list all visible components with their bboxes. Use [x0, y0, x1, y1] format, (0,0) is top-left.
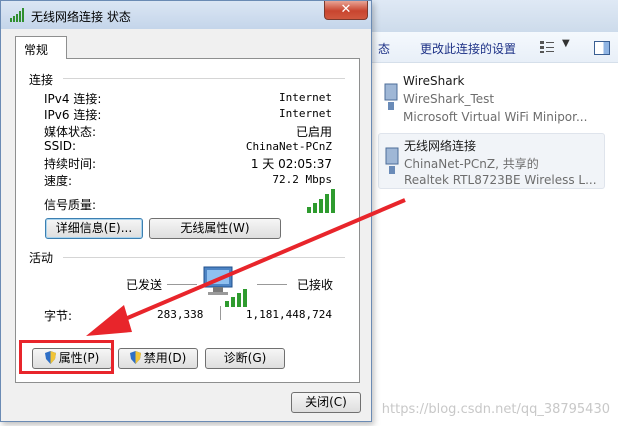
preview-pane-icon[interactable]	[594, 41, 610, 55]
bytes-received-value: 1,181,448,724	[245, 308, 332, 321]
bytes-sent-value: 283,338	[157, 308, 204, 321]
list-item[interactable]: WireShark WireShark_Test Microsoft Virtu…	[378, 70, 603, 124]
wireless-properties-button[interactable]: 无线属性(W)	[149, 218, 281, 239]
media-state-value: 已启用	[295, 125, 332, 139]
duration-value: 1 天 02:05:37	[250, 157, 332, 171]
list-item-selected[interactable]: 无线网络连接 ChinaNet-PCnZ, 共享的 Realtek RTL872…	[378, 133, 605, 189]
tab-general[interactable]: 常规	[15, 36, 67, 59]
connection-network: ChinaNet-PCnZ, 共享的	[404, 157, 539, 171]
disable-label: 禁用(D)	[143, 351, 187, 365]
divider	[63, 78, 345, 79]
wifi-signal-icon	[10, 8, 24, 22]
received-label: 已接收	[297, 278, 334, 292]
connection-name: 无线网络连接	[404, 139, 477, 153]
dialog-title: 无线网络连接 状态	[31, 10, 131, 24]
speed-value: 72.2 Mbps	[272, 173, 332, 186]
explorer-toolbar: 态 更改此连接的设置 ▼	[370, 32, 618, 63]
signal-quality-label: 信号质量:	[44, 198, 97, 212]
speed-label: 速度:	[44, 174, 73, 188]
chevron-down-icon[interactable]: ▼	[562, 38, 570, 49]
connection-network: WireShark_Test	[403, 92, 495, 106]
activity-section-heading: 活动	[29, 251, 54, 265]
activity-stem	[220, 306, 221, 320]
divider	[63, 257, 345, 258]
connection-device: Realtek RTL8723BE Wireless L...	[404, 173, 597, 187]
ipv6-label: IPv6 连接:	[44, 108, 102, 122]
diagnose-button[interactable]: 诊断(G)	[205, 348, 285, 369]
wireless-adapter-icon	[385, 147, 399, 174]
connection-name: WireShark	[403, 74, 465, 88]
close-button[interactable]: 关闭(C)	[291, 392, 361, 413]
details-button[interactable]: 详细信息(E)...	[45, 218, 143, 239]
tab-label: 常规	[24, 43, 49, 57]
view-options-icon[interactable]	[540, 41, 554, 53]
ssid-value: ChinaNet-PCnZ	[245, 140, 332, 153]
sent-label: 已发送	[126, 278, 163, 292]
network-adapter-icon	[384, 83, 398, 110]
dialog-titlebar[interactable]: 无线网络连接 状态 ✕	[1, 1, 371, 29]
toolbar-partial-item[interactable]: 态	[378, 40, 390, 57]
highlight-box	[19, 340, 114, 374]
connection-device: Microsoft Virtual WiFi Minipor...	[403, 110, 588, 124]
bytes-label: 字节:	[44, 309, 73, 323]
close-window-button[interactable]: ✕	[324, 1, 368, 20]
change-connection-settings-button[interactable]: 更改此连接的设置	[420, 40, 516, 57]
network-connections-window: 态 更改此连接的设置 ▼ WireShark WireShark_Test Mi…	[370, 0, 618, 426]
uac-shield-icon	[129, 351, 141, 364]
ipv6-value: Internet	[279, 107, 332, 120]
duration-label: 持续时间:	[44, 157, 97, 171]
received-line	[257, 284, 287, 285]
ssid-label: SSID:	[44, 139, 77, 153]
network-activity-icon	[203, 266, 247, 307]
media-state-label: 媒体状态:	[44, 125, 97, 139]
explorer-address-bar	[370, 0, 618, 33]
disable-button[interactable]: 禁用(D)	[118, 348, 198, 369]
connection-section-heading: 连接	[29, 73, 54, 87]
ipv4-value: Internet	[279, 91, 332, 104]
watermark: https://blog.csdn.net/qq_38795430	[381, 402, 610, 417]
sent-line	[167, 284, 197, 285]
ipv4-label: IPv4 连接:	[44, 92, 102, 106]
signal-strength-icon	[307, 189, 335, 213]
